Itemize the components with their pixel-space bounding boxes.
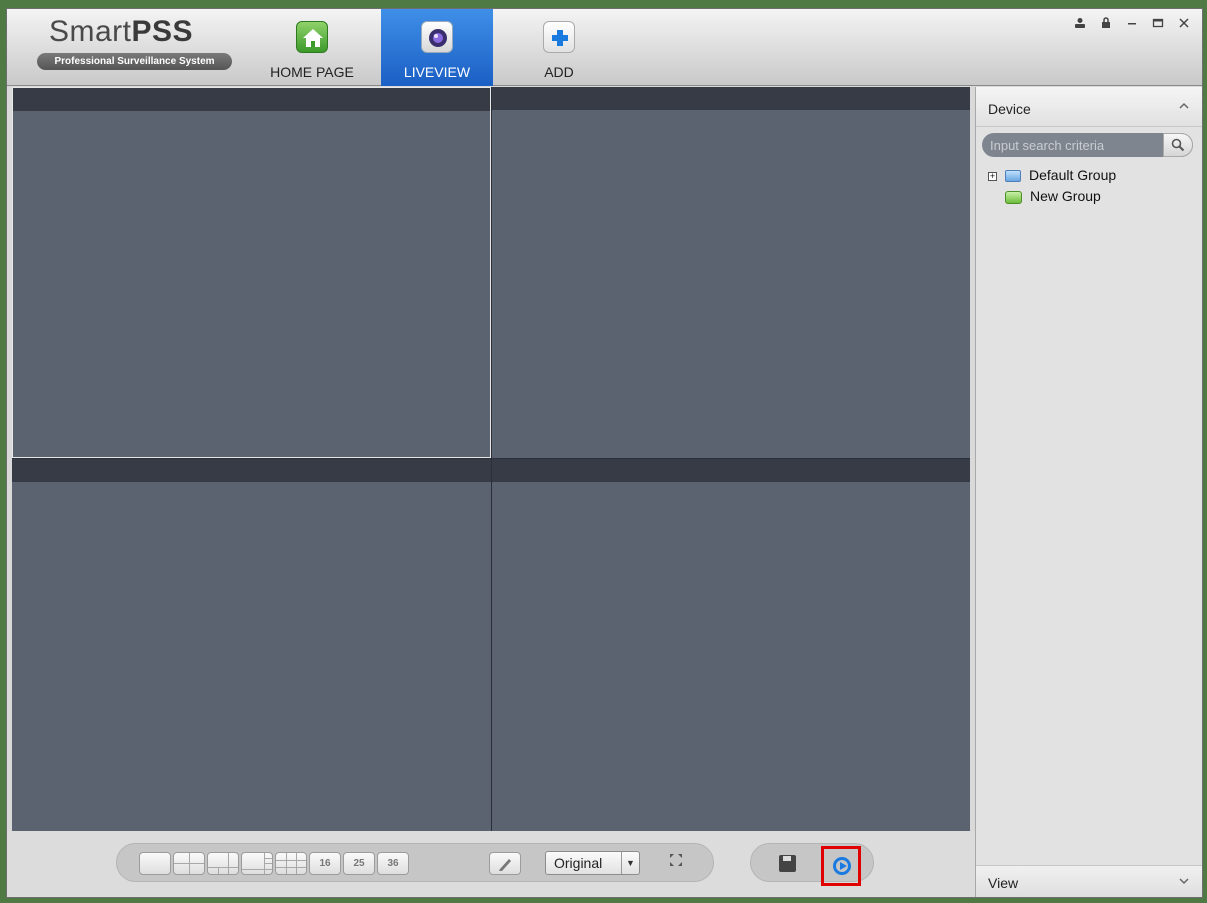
search-input[interactable] — [990, 136, 1160, 154]
logo-bold-text: PSS — [131, 15, 194, 48]
user-icon[interactable] — [1074, 17, 1086, 32]
tab-add[interactable]: ADD — [507, 9, 611, 86]
video-pane-title-bar — [12, 459, 491, 482]
tree-item-default-group[interactable]: + Default Group — [988, 167, 1116, 187]
device-section-header[interactable]: Device — [976, 87, 1202, 127]
add-folder-icon — [1005, 190, 1022, 204]
home-icon — [296, 21, 328, 53]
chevron-down-icon: ▼ — [621, 852, 639, 874]
bottom-toolbar: 16 25 36 Original ▼ — [7, 831, 975, 897]
smartpss-window: SmartPSS Professional Surveillance Syste… — [6, 8, 1203, 898]
search-icon[interactable] — [1163, 133, 1193, 157]
video-pane-3[interactable] — [12, 459, 491, 831]
video-pane-4[interactable] — [492, 459, 970, 831]
highlight-box — [821, 846, 861, 886]
save-icon[interactable] — [779, 855, 796, 872]
logo-main-text: Smart — [49, 15, 132, 48]
tree-item-label: New Group — [1030, 188, 1101, 204]
logo-tagline: Professional Surveillance System — [37, 53, 232, 70]
layout-9-button[interactable] — [275, 852, 307, 875]
layout-selector-group: 16 25 36 Original ▼ — [116, 843, 714, 882]
device-section-title: Device — [988, 101, 1031, 117]
plus-icon — [543, 21, 575, 53]
lock-icon[interactable] — [1100, 17, 1112, 32]
aspect-ratio-value: Original — [554, 855, 603, 871]
tree-item-new-group[interactable]: New Group — [1005, 188, 1101, 208]
video-pane-title-bar — [13, 88, 490, 111]
minimize-icon[interactable] — [1126, 17, 1138, 32]
layout-16-button[interactable]: 16 — [309, 852, 341, 875]
custom-layout-button[interactable] — [489, 852, 521, 875]
refresh-play-icon[interactable] — [833, 857, 851, 875]
tab-home-page[interactable]: HOME PAGE — [262, 9, 362, 86]
layout-8-button[interactable] — [241, 852, 273, 875]
tab-liveview[interactable]: LIVEVIEW — [381, 9, 493, 86]
close-icon[interactable] — [1178, 17, 1190, 32]
chevron-down-icon[interactable] — [1178, 875, 1190, 890]
video-pane-title-bar — [492, 87, 970, 110]
top-header: SmartPSS Professional Surveillance Syste… — [7, 9, 1202, 86]
fullscreen-icon[interactable] — [665, 852, 687, 874]
layout-6-button[interactable] — [207, 852, 239, 875]
video-pane-2[interactable] — [492, 87, 970, 458]
video-pane-1[interactable] — [12, 87, 491, 458]
tab-liveview-label: LIVEVIEW — [403, 64, 471, 80]
aspect-ratio-select[interactable]: Original ▼ — [545, 851, 640, 875]
view-section-header[interactable]: View — [976, 865, 1202, 897]
video-grid — [12, 87, 970, 831]
chevron-up-icon[interactable] — [1178, 100, 1190, 115]
window-controls — [1074, 17, 1190, 32]
view-section-title: View — [988, 875, 1019, 891]
device-search — [982, 133, 1193, 157]
layout-25-button[interactable]: 25 — [343, 852, 375, 875]
folder-icon — [1005, 170, 1021, 183]
action-group — [750, 843, 874, 886]
video-pane-title-bar — [492, 459, 970, 482]
app-logo: SmartPSS — [49, 15, 193, 49]
maximize-icon[interactable] — [1152, 17, 1164, 32]
right-panel: Device + Default Group New Group View — [975, 87, 1202, 897]
tab-home-label: HOME PAGE — [270, 64, 354, 80]
layout-36-button[interactable]: 36 — [377, 852, 409, 875]
tab-add-label: ADD — [544, 64, 574, 80]
layout-1-button[interactable] — [139, 852, 171, 875]
tree-item-label: Default Group — [1029, 167, 1117, 183]
expand-icon[interactable]: + — [988, 171, 997, 181]
camera-lens-icon — [421, 21, 453, 53]
layout-4-button[interactable] — [173, 852, 205, 875]
